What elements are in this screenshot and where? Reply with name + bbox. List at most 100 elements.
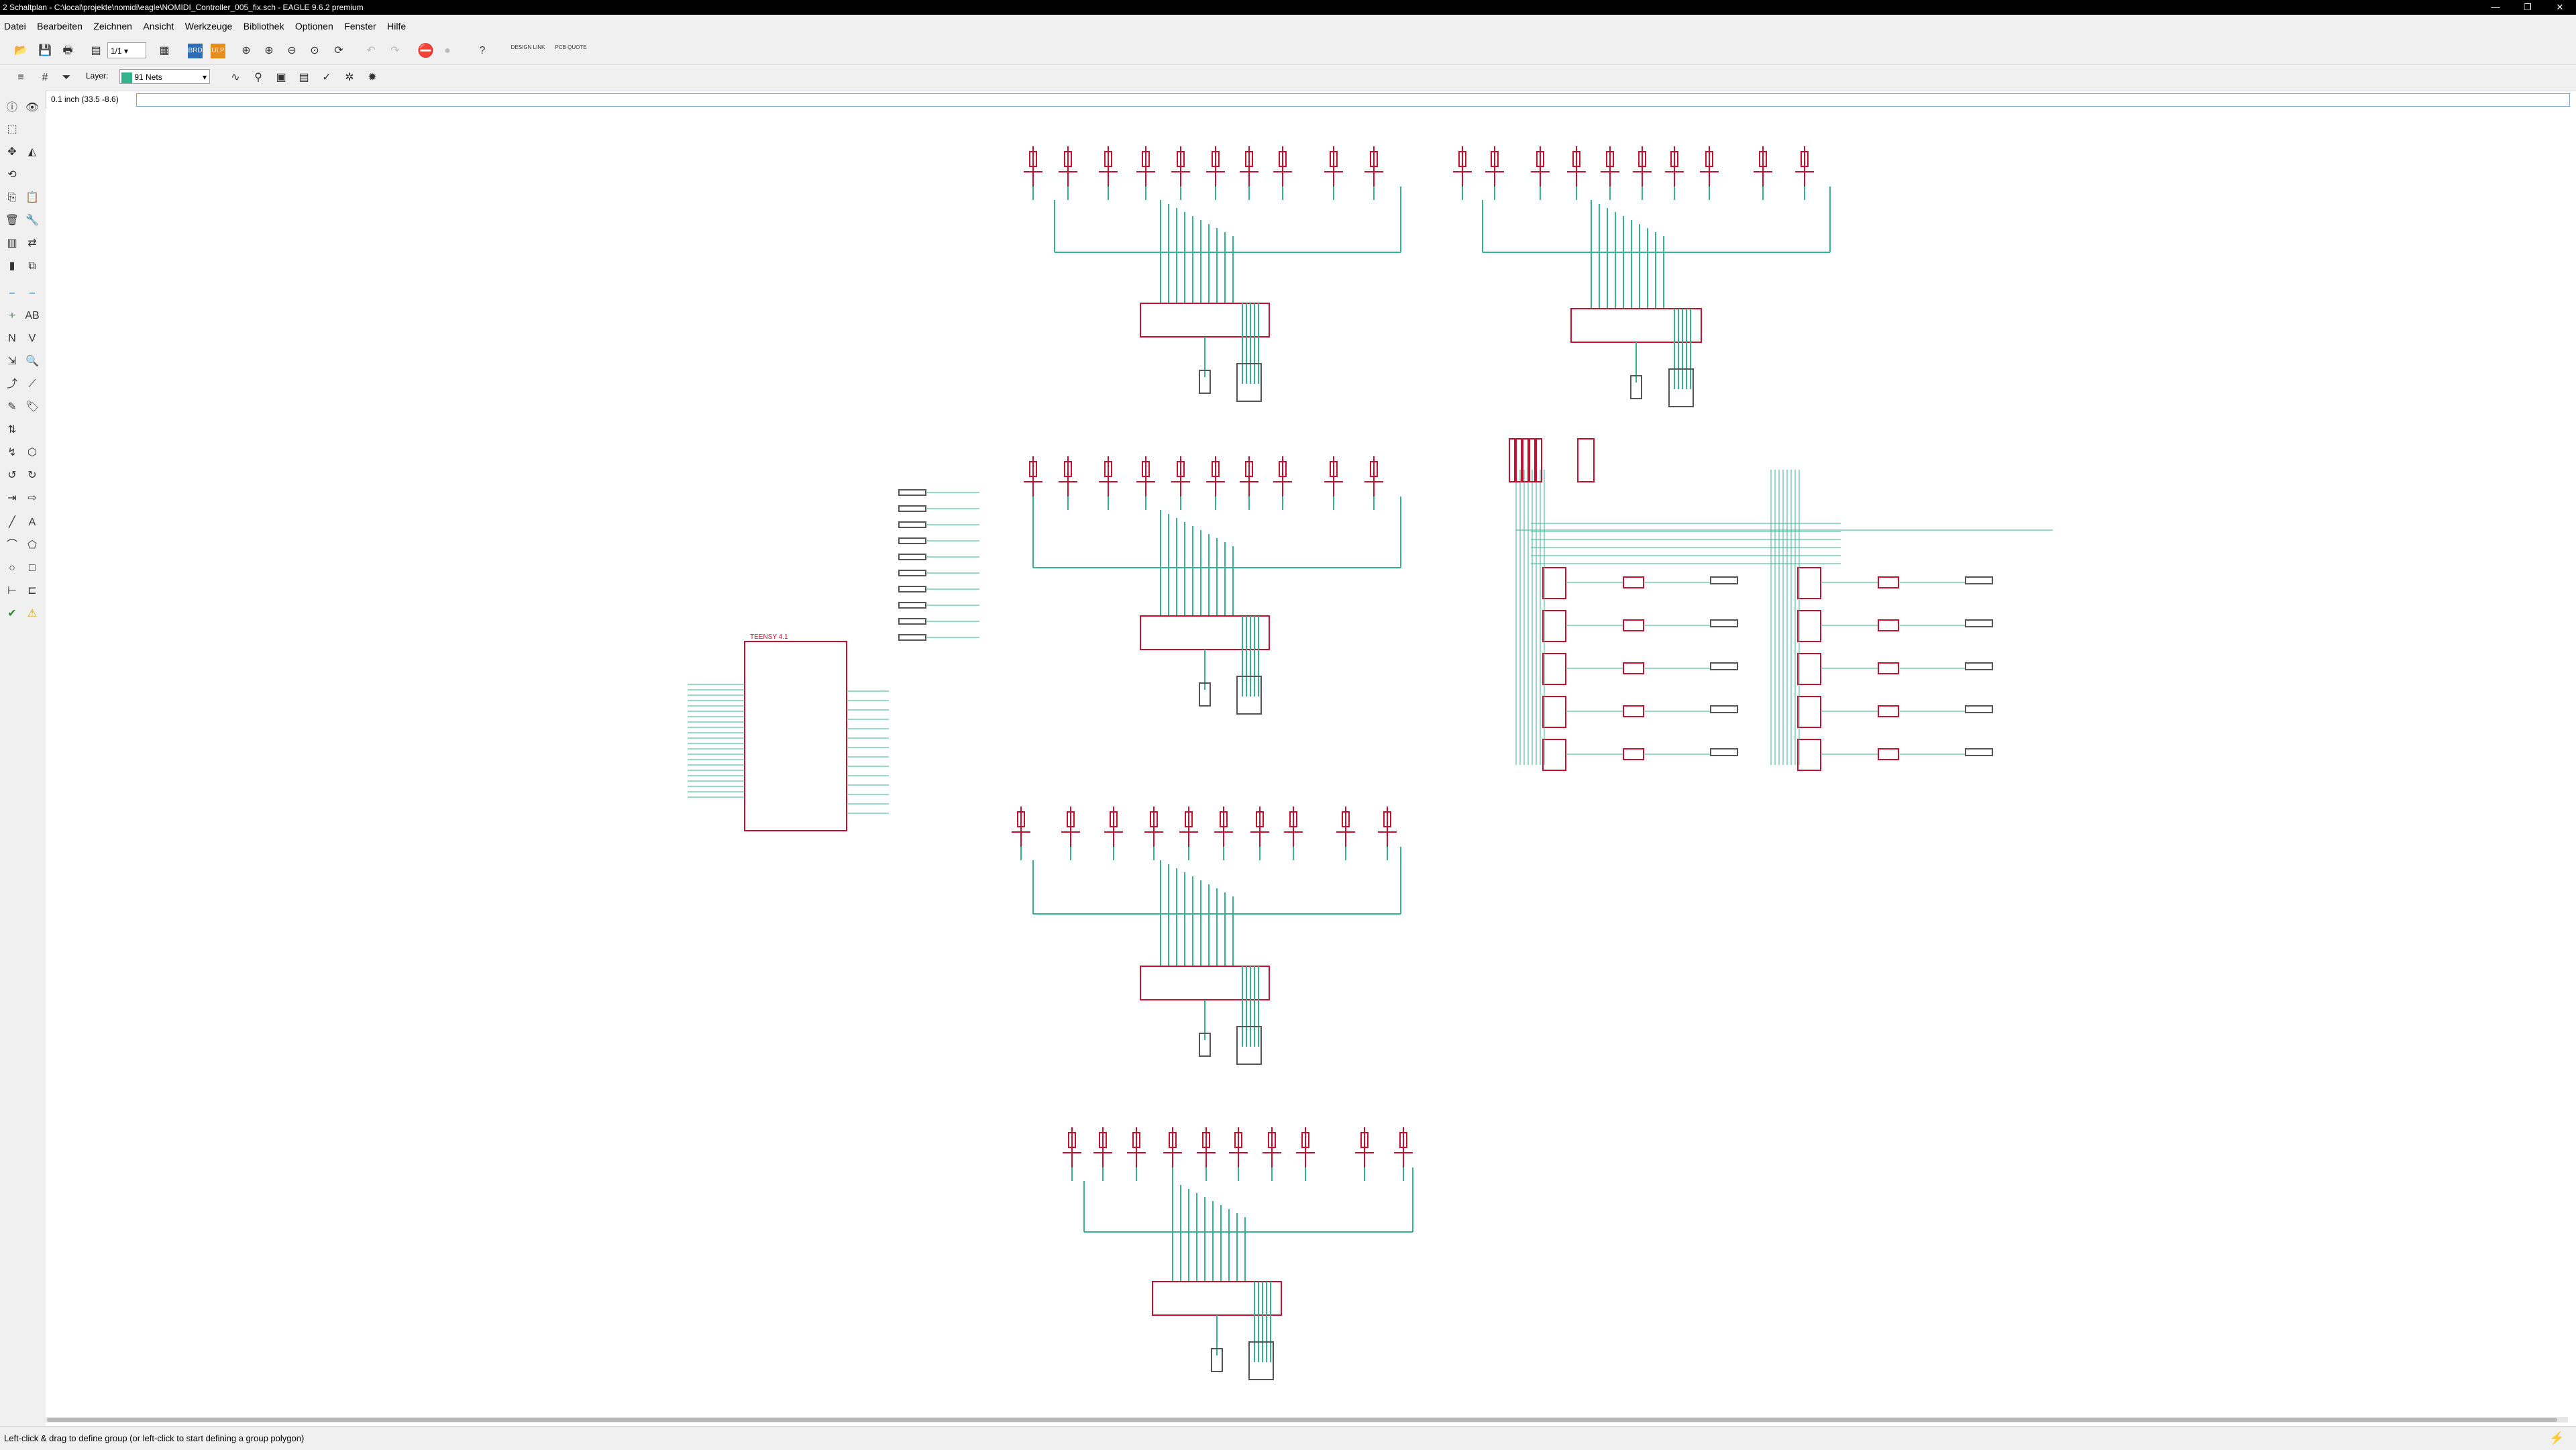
route-icon[interactable]: ↯ (4, 445, 20, 461)
split-icon[interactable]: ⤴ (4, 376, 20, 393)
zoom-out-icon[interactable]: ⊖ (284, 44, 299, 58)
maximize-button[interactable]: ❐ (2514, 0, 2541, 15)
net-label (1965, 748, 1993, 756)
settings-icon[interactable]: ✹ (365, 70, 380, 85)
label-icon[interactable]: AB (24, 308, 40, 324)
undo-icon[interactable]: ↶ (364, 44, 378, 58)
net-label (898, 554, 926, 560)
replace-icon[interactable]: ⇄ (24, 236, 40, 252)
tag-icon[interactable]: 🏷 (24, 399, 40, 415)
schematic-canvas[interactable]: TEENSY 4.1 (46, 109, 2576, 1426)
rectangle-icon[interactable]: □ (24, 560, 40, 576)
menu-optionen[interactable]: Optionen (291, 15, 337, 38)
smash-icon[interactable]: ⇲ (4, 354, 20, 370)
polygon-icon[interactable]: ⬡ (24, 445, 40, 461)
info-icon[interactable]: ⓘ (4, 100, 20, 116)
zoom-in-icon[interactable]: ⊕ (262, 44, 276, 58)
table-icon[interactable]: ▤ (297, 70, 311, 85)
board-icon[interactable]: BRD (188, 44, 203, 58)
invoke-icon[interactable]: ⧉ (24, 258, 40, 274)
print-icon[interactable]: 🖶 (60, 44, 75, 58)
script-icon[interactable]: ▦ (157, 44, 172, 58)
gear-icon[interactable]: ✲ (342, 70, 357, 85)
pentagon-icon[interactable]: ⬠ (24, 537, 40, 554)
layer-select[interactable]: 91 Nets ▾ (119, 69, 210, 84)
minimize-button[interactable]: — (2482, 0, 2509, 15)
go-icon[interactable]: ● (440, 44, 455, 58)
show-icon[interactable]: 👁 (24, 100, 40, 116)
seven-segment-display (1797, 739, 1821, 771)
zoom-fit-icon[interactable]: ⊕ (239, 44, 254, 58)
net-label (1965, 705, 1993, 713)
pinswap-icon[interactable]: ⇅ (4, 422, 20, 438)
junction-icon[interactable]: + (4, 308, 20, 324)
check-icon[interactable]: ✓ (319, 70, 334, 85)
filter-icon[interactable]: ⏷ (59, 70, 74, 85)
menu-hilfe[interactable]: Hilfe (383, 15, 410, 38)
line-icon[interactable]: ╱ (4, 515, 20, 531)
net-label (898, 489, 926, 496)
stop-icon[interactable]: ⛔ (417, 44, 434, 58)
lightning-icon[interactable]: ⚡ (2549, 1427, 2564, 1450)
menu-fenster[interactable]: Fenster (340, 15, 380, 38)
menu-ansicht[interactable]: Ansicht (139, 15, 178, 38)
ulp-icon[interactable]: ULP (211, 44, 225, 58)
delete-icon[interactable]: 🗑 (4, 213, 20, 229)
move-icon[interactable]: ✥ (4, 144, 20, 160)
menu-bearbeiten[interactable]: Bearbeiten (33, 15, 87, 38)
net-label (1965, 619, 1993, 627)
group-icon[interactable]: ⬚ (4, 121, 20, 138)
zoom-select-icon[interactable]: ⊙ (307, 44, 322, 58)
value-icon[interactable]: V (24, 331, 40, 347)
dimension-icon[interactable]: ⊢ (4, 583, 20, 599)
net-label (1710, 619, 1738, 627)
erc-icon[interactable]: ✔ (4, 606, 20, 622)
arc-icon[interactable]: ⌒ (4, 537, 20, 554)
layer-settings-icon[interactable]: ≡ (13, 70, 28, 85)
circle-icon[interactable]: ○ (4, 560, 20, 576)
redraw-icon[interactable]: ⟳ (331, 44, 346, 58)
help-icon[interactable]: ? (475, 44, 490, 58)
rotate-icon[interactable]: ⟲ (4, 167, 20, 183)
pcb-quote-button[interactable]: PCB QUOTE (553, 44, 589, 58)
gate-icon[interactable]: ▮ (4, 258, 20, 274)
add-icon[interactable]: ▥ (4, 236, 20, 252)
mirror-icon[interactable]: ◭ (24, 144, 40, 160)
redo-icon[interactable]: ↷ (388, 44, 402, 58)
menu-werkzeuge[interactable]: Werkzeuge (181, 15, 237, 38)
search-icon[interactable]: 🔍 (24, 354, 40, 370)
attribute-icon[interactable]: ✎ (4, 399, 20, 415)
save-icon[interactable]: 💾 (38, 44, 52, 58)
join-icon[interactable]: ⇥ (4, 490, 20, 507)
close-button[interactable]: ✕ (2546, 0, 2573, 15)
paste-icon[interactable]: 📋 (24, 190, 40, 206)
wire-style-icon[interactable]: ∿ (228, 70, 243, 85)
menu-zeichnen[interactable]: Zeichnen (89, 15, 136, 38)
seven-segment-display (1797, 610, 1821, 642)
open-icon[interactable]: 📂 (13, 44, 28, 58)
layout-icon[interactable]: ▣ (274, 70, 288, 85)
menu-datei[interactable]: Datei (0, 15, 30, 38)
sheet-icon[interactable]: ▤ (89, 44, 103, 58)
horizontal-scrollbar[interactable] (46, 1417, 2568, 1422)
sheet-select[interactable]: 1/1 ▾ (107, 42, 146, 58)
text-icon[interactable]: A (24, 515, 40, 531)
modules-icon[interactable]: ⇨ (24, 490, 40, 507)
warning-icon[interactable]: ⚠ (24, 606, 40, 622)
copy-icon[interactable]: ⎘ (4, 190, 20, 206)
scroll-thumb[interactable] (47, 1418, 2557, 1422)
command-input[interactable] (136, 93, 2570, 107)
arc-ccw-icon[interactable]: ↺ (4, 468, 20, 484)
connector-symbol (1515, 438, 1522, 482)
wrench-icon[interactable]: 🔧 (24, 213, 40, 229)
bus-icon[interactable]: ⎯ (24, 285, 40, 301)
grid-icon[interactable]: # (38, 70, 52, 85)
name-icon[interactable]: N (4, 331, 20, 347)
menu-bibliothek[interactable]: Bibliothek (239, 15, 288, 38)
net-icon[interactable]: ⎯ (4, 285, 20, 301)
miter-icon[interactable]: ⟋ (24, 376, 40, 393)
arc-cw-icon[interactable]: ↻ (24, 468, 40, 484)
zoom-icon[interactable]: ⚲ (251, 70, 266, 85)
frame-icon[interactable]: ⊏ (24, 583, 40, 599)
design-link-button[interactable]: DESIGN LINK (510, 44, 546, 58)
